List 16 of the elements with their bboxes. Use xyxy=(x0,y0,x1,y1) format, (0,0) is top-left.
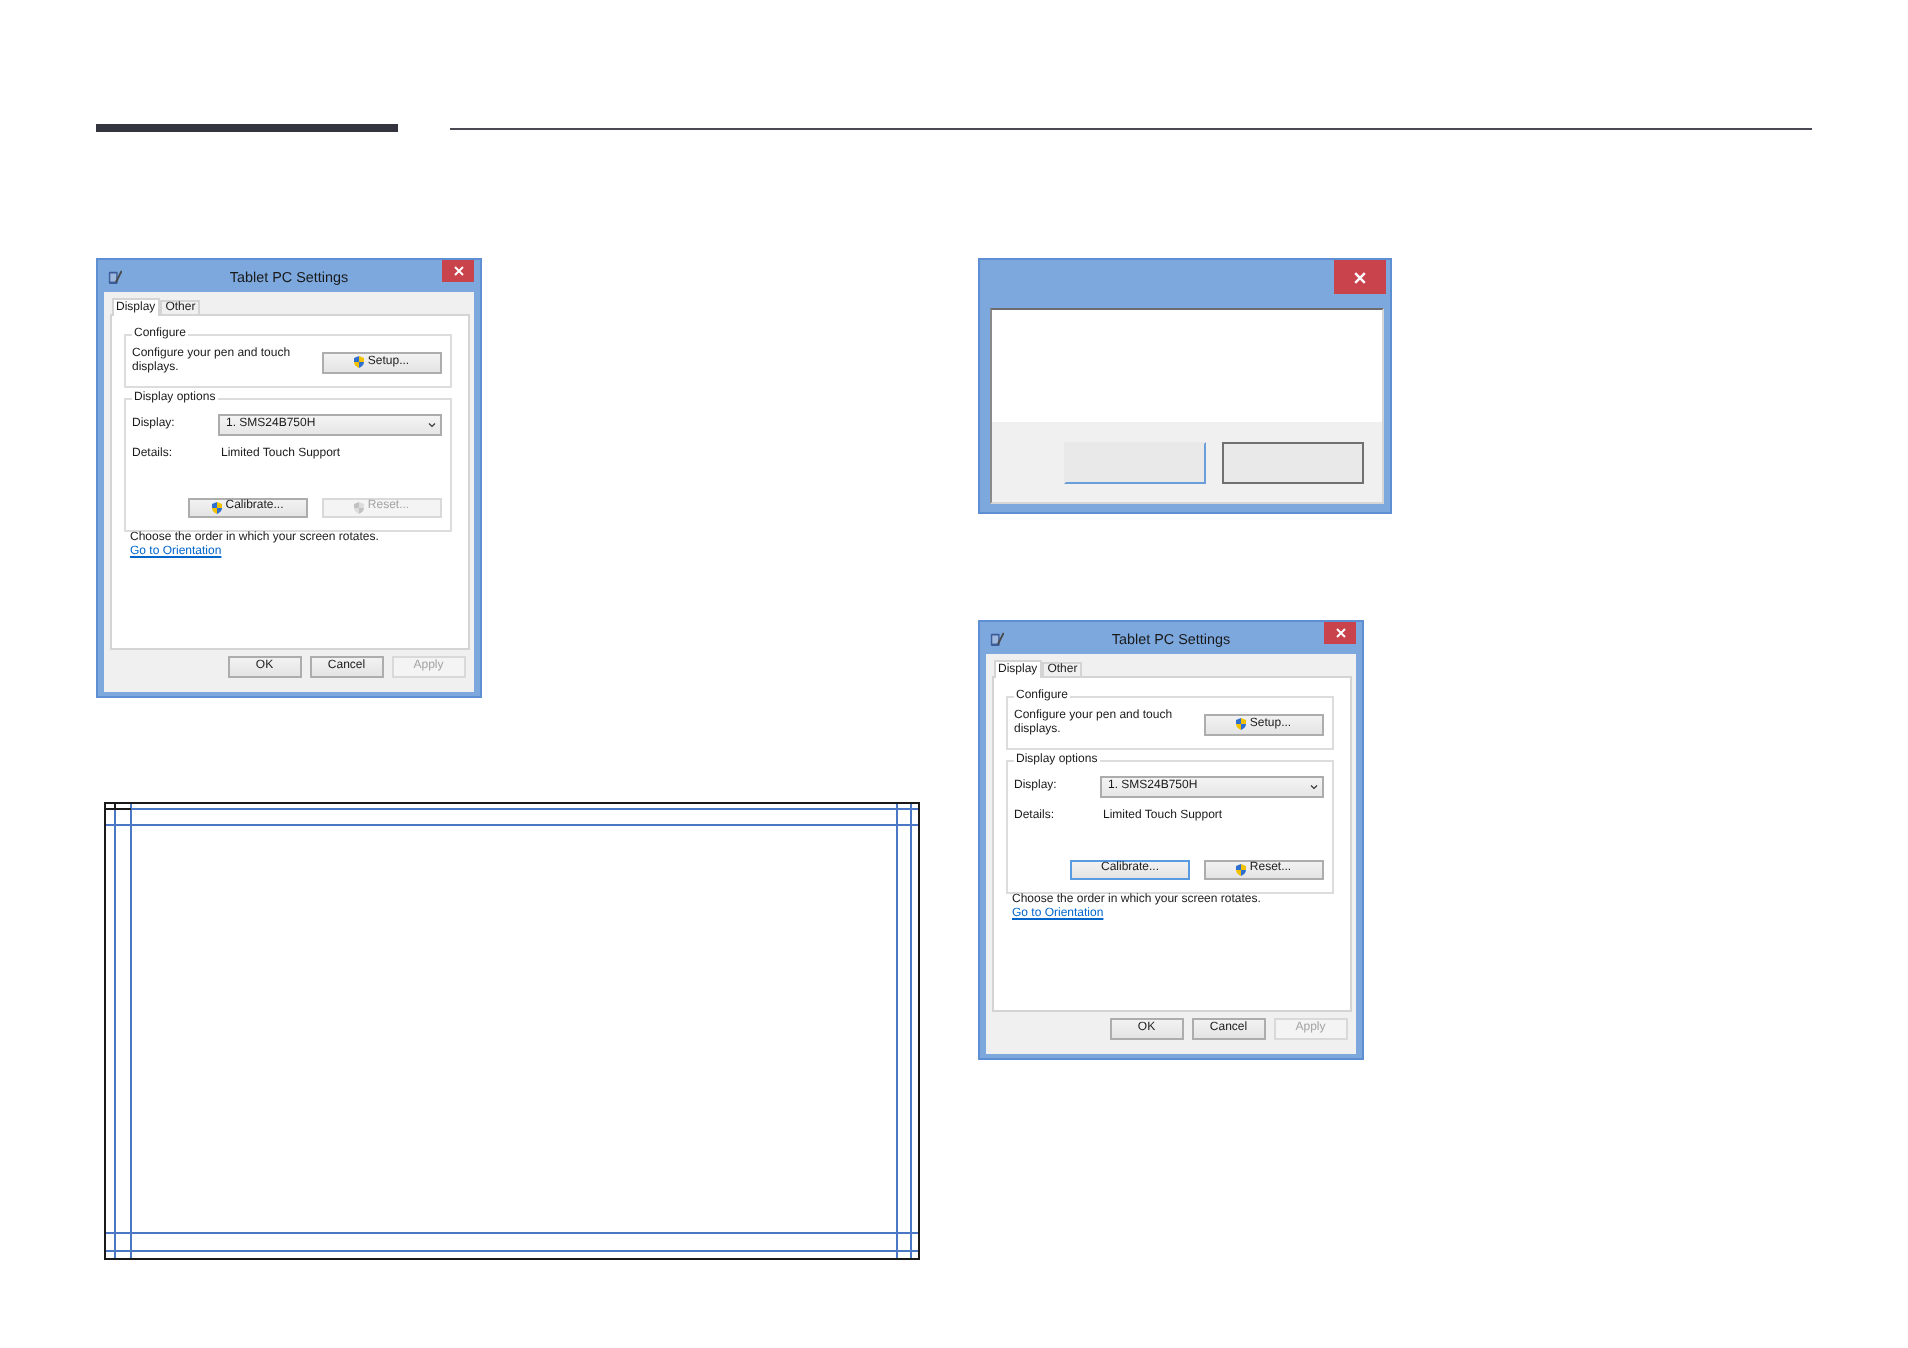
close-icon xyxy=(1335,628,1345,638)
tablet-pen-icon xyxy=(108,269,122,283)
shield-icon xyxy=(354,501,365,514)
close-icon xyxy=(1354,271,1366,283)
close-icon xyxy=(453,266,463,276)
close-button[interactable] xyxy=(1324,622,1356,644)
shield-icon xyxy=(212,501,223,514)
shield-icon xyxy=(1236,718,1247,731)
close-button[interactable] xyxy=(442,260,474,282)
close-button[interactable] xyxy=(1334,260,1386,294)
shield-icon xyxy=(354,356,365,369)
chevron-down-icon xyxy=(428,421,436,428)
chevron-down-icon xyxy=(1310,783,1318,790)
shield-icon xyxy=(1236,863,1247,876)
tablet-pen-icon xyxy=(990,631,1004,645)
dialog-button[interactable] xyxy=(1222,442,1364,484)
